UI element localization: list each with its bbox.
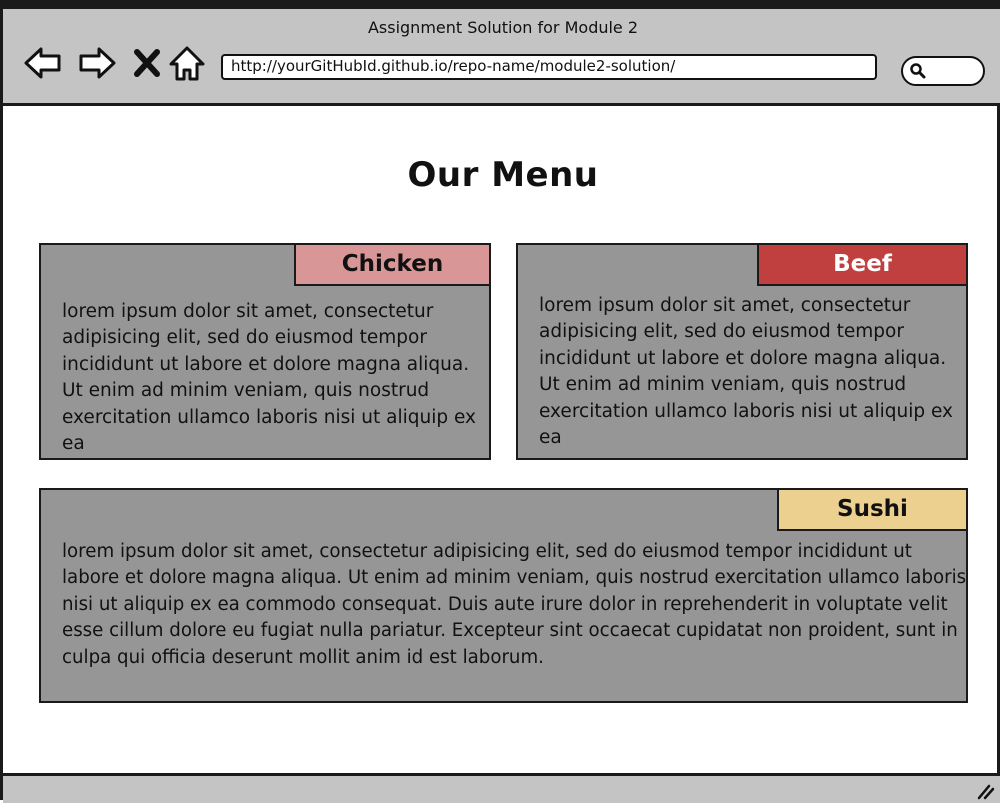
menu-text-sushi: lorem ipsum dolor sit amet, consectetur … xyxy=(62,541,967,668)
menu-label-chicken: Chicken xyxy=(293,245,489,286)
home-icon[interactable] xyxy=(167,43,207,83)
menu-text-beef: lorem ipsum dolor sit amet, consectetur … xyxy=(539,295,954,449)
menu-text-chicken: lorem ipsum dolor sit amet, consectetur … xyxy=(62,301,477,455)
page-title: Our Menu xyxy=(407,155,599,195)
search-icon xyxy=(909,62,926,79)
forward-arrow-icon[interactable] xyxy=(77,43,117,83)
url-address-bar[interactable]: http://yourGitHubId.github.io/repo-name/… xyxy=(221,54,877,80)
resize-handle-icon[interactable] xyxy=(975,782,995,800)
menu-card-sushi: Sushi lorem ipsum dolor sit amet, consec… xyxy=(39,488,968,703)
back-arrow-icon[interactable] xyxy=(23,43,63,83)
status-bar xyxy=(3,773,1000,803)
browser-window: Assignment Solution for Module 2 http://… xyxy=(0,0,1000,803)
search-input[interactable] xyxy=(901,56,985,86)
menu-card-beef: Beef lorem ipsum dolor sit amet, consect… xyxy=(516,243,968,460)
close-x-icon[interactable] xyxy=(127,43,167,83)
window-title: Assignment Solution for Module 2 xyxy=(367,18,639,37)
menu-card-chicken: Chicken lorem ipsum dolor sit amet, cons… xyxy=(39,243,491,460)
menu-label-sushi: Sushi xyxy=(776,490,966,531)
browser-toolbar: Assignment Solution for Module 2 http://… xyxy=(3,9,1000,106)
menu-label-beef: Beef xyxy=(756,245,966,286)
